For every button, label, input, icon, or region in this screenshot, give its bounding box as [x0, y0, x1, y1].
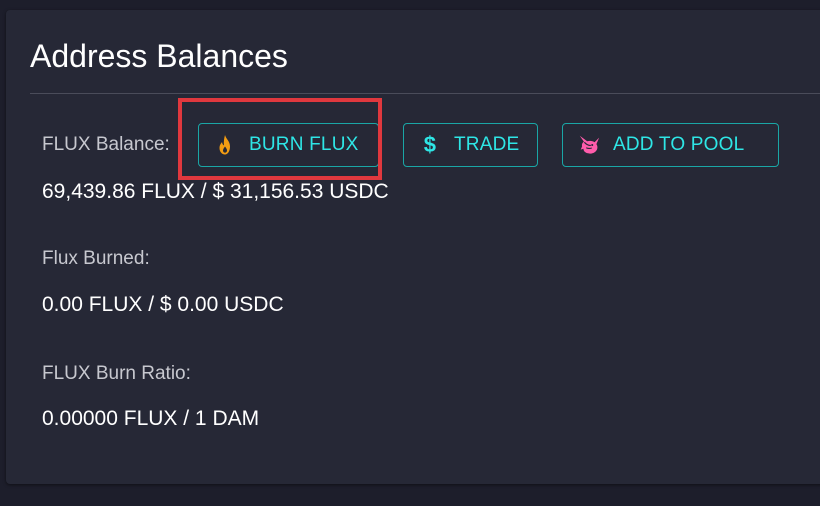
unicorn-icon [577, 133, 601, 157]
trade-button[interactable]: $ TRADE [403, 123, 538, 167]
flux-balance-label: FLUX Balance: [42, 134, 170, 155]
burn-flux-button[interactable]: BURN FLUX [198, 123, 379, 167]
flux-balance-value: 69,439.86 FLUX / $ 31,156.53 USDC [42, 180, 389, 203]
dollar-icon: $ [423, 132, 437, 157]
flux-burned-value: 0.00 FLUX / $ 0.00 USDC [42, 293, 284, 316]
address-balances-card: Address Balances FLUX Balance: 69,439.86… [6, 10, 820, 484]
flux-burn-ratio-label: FLUX Burn Ratio: [42, 363, 191, 384]
add-to-pool-button[interactable]: ADD TO POOL [562, 123, 779, 167]
trade-label: TRADE [454, 134, 520, 155]
title-divider [30, 93, 820, 94]
add-to-pool-label: ADD TO POOL [613, 134, 745, 155]
flux-burned-label: Flux Burned: [42, 248, 150, 269]
flux-burn-ratio-value: 0.00000 FLUX / 1 DAM [42, 407, 260, 430]
fire-icon [213, 133, 237, 157]
burn-flux-label: BURN FLUX [249, 134, 359, 155]
card-title: Address Balances [30, 38, 288, 74]
